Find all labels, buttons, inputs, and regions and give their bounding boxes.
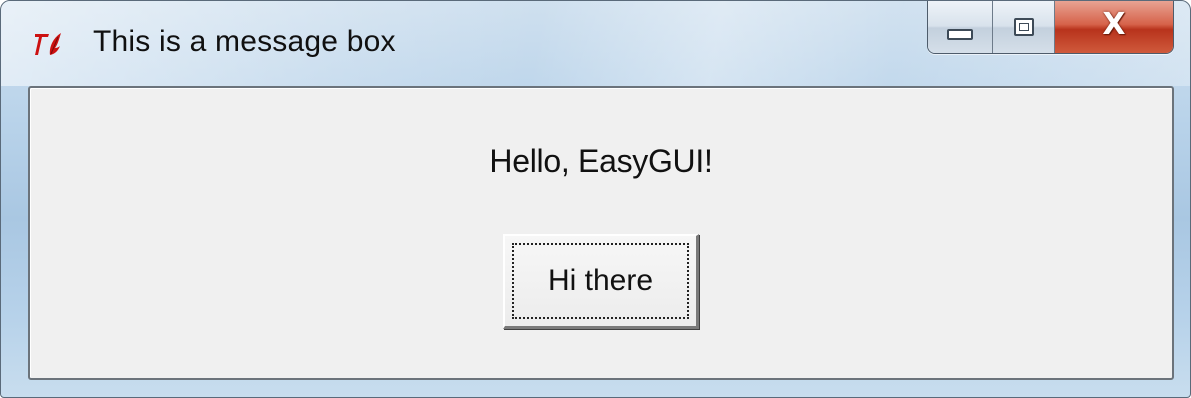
caption-buttons: X	[927, 1, 1174, 54]
message-text: Hello, EasyGUI!	[489, 143, 713, 179]
minimize-button[interactable]	[928, 1, 992, 53]
hi-there-button-label: Hi there	[512, 243, 689, 319]
minimize-icon	[947, 28, 973, 40]
close-icon: X	[1102, 7, 1126, 42]
message-box-body: Hello, EasyGUI! Hi there	[28, 86, 1174, 380]
hi-there-button[interactable]: Hi there	[503, 234, 699, 329]
message-box-window: This is a message box X Hello, EasyGUI! …	[0, 0, 1191, 398]
tk-feather-icon	[33, 29, 63, 59]
maximize-button[interactable]	[992, 1, 1054, 53]
window-title: This is a message box	[93, 25, 396, 58]
close-button[interactable]: X	[1054, 1, 1173, 53]
maximize-icon	[1013, 18, 1034, 36]
title-bar[interactable]: This is a message box X	[1, 1, 1190, 86]
